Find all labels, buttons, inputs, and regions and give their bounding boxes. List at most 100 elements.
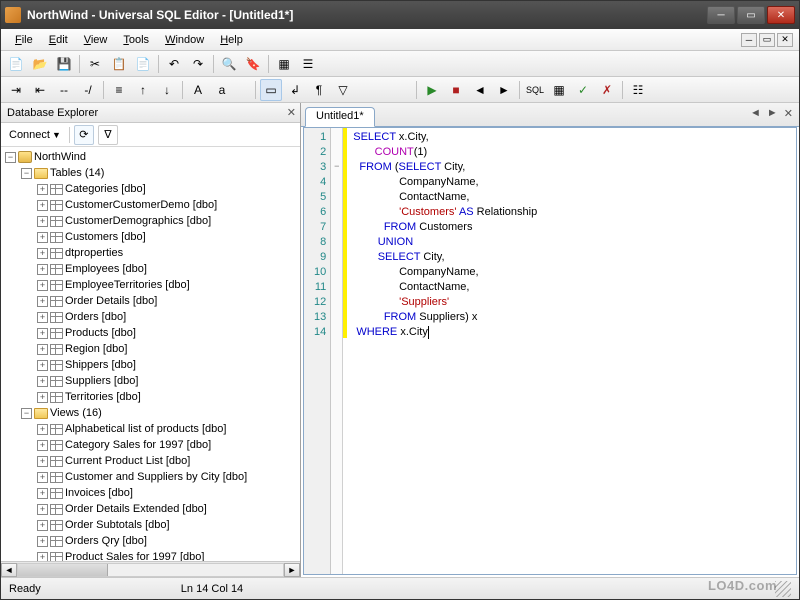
scroll-left-button[interactable]: ◄ (469, 79, 491, 101)
indent-button[interactable]: ⇥ (5, 79, 27, 101)
tree-table[interactable]: +Employees [dbo] (3, 261, 300, 277)
uppercase-button[interactable]: A (187, 79, 209, 101)
tree-table[interactable]: +Territories [dbo] (3, 389, 300, 405)
menu-edit[interactable]: Edit (41, 32, 76, 48)
expander-icon[interactable]: + (37, 216, 48, 227)
connect-dropdown[interactable]: Connect ▼ (5, 127, 65, 143)
results-button[interactable]: ▦ (548, 79, 570, 101)
lowercase-button[interactable]: a (211, 79, 233, 101)
tree-table[interactable]: +EmployeeTerritories [dbo] (3, 277, 300, 293)
filter-button[interactable]: ∇ (98, 125, 118, 145)
expander-icon[interactable]: + (37, 200, 48, 211)
mdi-close-button[interactable]: ✕ (777, 33, 793, 47)
expander-icon[interactable]: + (37, 552, 48, 562)
expander-icon[interactable]: + (37, 232, 48, 243)
sort-asc-button[interactable]: ↑ (132, 79, 154, 101)
tab-next-icon[interactable]: ► (765, 107, 780, 120)
uncomment-button[interactable]: -/ (77, 79, 99, 101)
expander-icon[interactable]: + (37, 264, 48, 275)
new-button[interactable]: 📄 (5, 53, 27, 75)
tree-table[interactable]: +Products [dbo] (3, 325, 300, 341)
expander-icon[interactable]: + (37, 184, 48, 195)
tree-view[interactable]: +Order Subtotals [dbo] (3, 517, 300, 533)
refresh-button[interactable]: ⟳ (74, 125, 94, 145)
save-button[interactable]: 💾 (53, 53, 75, 75)
expander-icon[interactable]: + (37, 280, 48, 291)
undo-button[interactable]: ↶ (163, 53, 185, 75)
menu-help[interactable]: Help (212, 32, 251, 48)
wrap-button[interactable]: ↲ (284, 79, 306, 101)
filter-icon[interactable]: ▽ (332, 79, 354, 101)
whitespace-button[interactable]: ¶ (308, 79, 330, 101)
list-button[interactable]: ☰ (297, 53, 319, 75)
expander-icon[interactable]: − (5, 152, 16, 163)
expander-icon[interactable]: + (37, 488, 48, 499)
tree-views-folder[interactable]: −Views (16) (3, 405, 300, 421)
expander-icon[interactable]: + (37, 424, 48, 435)
tree-tables-folder[interactable]: −Tables (14) (3, 165, 300, 181)
expander-icon[interactable]: + (37, 440, 48, 451)
sort-desc-button[interactable]: ↓ (156, 79, 178, 101)
tree-table[interactable]: +Shippers [dbo] (3, 357, 300, 373)
comment-button[interactable]: -- (53, 79, 75, 101)
tree-table[interactable]: +CustomerCustomerDemo [dbo] (3, 197, 300, 213)
tree-view[interactable]: +Category Sales for 1997 [dbo] (3, 437, 300, 453)
tree-view[interactable]: −NorthWind−Tables (14)+Categories [dbo]+… (1, 147, 300, 561)
tab-untitled1[interactable]: Untitled1* (305, 107, 375, 127)
tree-view[interactable]: +Customer and Suppliers by City [dbo] (3, 469, 300, 485)
expander-icon[interactable]: − (21, 408, 32, 419)
table-button[interactable]: ▦ (273, 53, 295, 75)
menu-view[interactable]: View (76, 32, 116, 48)
tree-view[interactable]: +Product Sales for 1997 [dbo] (3, 549, 300, 561)
fold-margin[interactable]: − (331, 128, 343, 574)
explorer-toggle-button[interactable]: ☷ (627, 79, 649, 101)
expander-icon[interactable]: + (37, 312, 48, 323)
maximize-button[interactable]: ▭ (737, 6, 765, 24)
expander-icon[interactable]: + (37, 520, 48, 531)
minimize-button[interactable]: ─ (707, 6, 735, 24)
close-button[interactable]: ✕ (767, 6, 795, 24)
tree-view[interactable]: +Current Product List [dbo] (3, 453, 300, 469)
tree-view[interactable]: +Orders Qry [dbo] (3, 533, 300, 549)
tree-view[interactable]: +Order Details Extended [dbo] (3, 501, 300, 517)
execute-button[interactable]: ▶ (421, 79, 443, 101)
expander-icon[interactable]: + (37, 376, 48, 387)
expander-icon[interactable]: + (37, 248, 48, 259)
expander-icon[interactable]: + (37, 456, 48, 467)
tree-table[interactable]: +Orders [dbo] (3, 309, 300, 325)
mdi-restore-button[interactable]: ▭ (759, 33, 775, 47)
expander-icon[interactable]: + (37, 392, 48, 403)
bookmark-button[interactable]: 🔖 (242, 53, 264, 75)
scroll-thumb[interactable] (18, 564, 108, 576)
expander-icon[interactable]: + (37, 296, 48, 307)
expander-icon[interactable]: + (37, 536, 48, 547)
expander-icon[interactable]: + (37, 472, 48, 483)
stop-button[interactable]: ■ (445, 79, 467, 101)
resize-grip[interactable] (775, 581, 791, 597)
expander-icon[interactable]: + (37, 328, 48, 339)
find-button[interactable]: 🔍 (218, 53, 240, 75)
cut-button[interactable]: ✂ (84, 53, 106, 75)
expander-icon[interactable]: + (37, 504, 48, 515)
copy-button[interactable]: 📋 (108, 53, 130, 75)
titlebar[interactable]: NorthWind - Universal SQL Editor - [Unti… (1, 1, 799, 29)
sql-button[interactable]: SQL (524, 79, 546, 101)
tree-table[interactable]: +dtproperties (3, 245, 300, 261)
tab-prev-icon[interactable]: ◄ (748, 107, 763, 120)
tree-view[interactable]: +Invoices [dbo] (3, 485, 300, 501)
scroll-right-icon[interactable]: ► (284, 563, 300, 577)
tree-table[interactable]: +Order Details [dbo] (3, 293, 300, 309)
scroll-right-button[interactable]: ► (493, 79, 515, 101)
format-button[interactable]: ≡ (108, 79, 130, 101)
menu-tools[interactable]: Tools (115, 32, 157, 48)
tab-close-icon[interactable]: ✕ (782, 107, 795, 120)
tree-root[interactable]: −NorthWind (3, 149, 300, 165)
outdent-button[interactable]: ⇤ (29, 79, 51, 101)
paste-button[interactable]: 📄 (132, 53, 154, 75)
tree-view[interactable]: +Alphabetical list of products [dbo] (3, 421, 300, 437)
scroll-left-icon[interactable]: ◄ (1, 563, 17, 577)
expander-icon[interactable]: + (37, 344, 48, 355)
open-button[interactable]: 📂 (29, 53, 51, 75)
tree-table[interactable]: +Suppliers [dbo] (3, 373, 300, 389)
expander-icon[interactable]: − (21, 168, 32, 179)
